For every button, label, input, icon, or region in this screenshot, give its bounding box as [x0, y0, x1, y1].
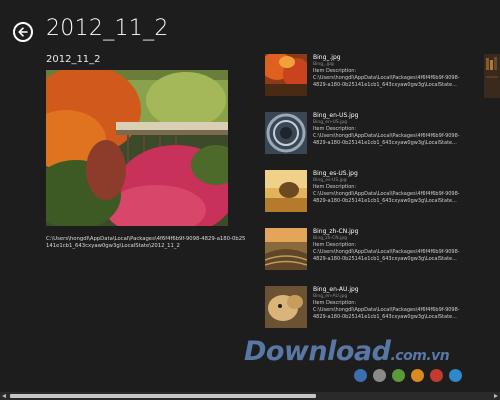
- back-button[interactable]: [13, 22, 33, 42]
- group-hero-image[interactable]: [46, 70, 228, 226]
- item-description: Item Description: C:\Users\hongdl\AppDat…: [313, 300, 460, 320]
- item-thumbnail: [265, 286, 307, 328]
- item-description: Item Description: C:\Users\hongdl\AppDat…: [313, 68, 460, 88]
- item-title: Bing_en-AU.jpg: [313, 286, 359, 293]
- item-description: Item Description: C:\Users\hongdl\AppDat…: [313, 184, 460, 204]
- autumn-bridge-image: [46, 70, 228, 226]
- watermark-dot: [354, 369, 367, 382]
- item-title: Bing_.jpg: [313, 54, 341, 61]
- item-list: Bing_.jpg Bing_.jpg Item Description: C:…: [265, 54, 465, 344]
- group-path: C:\Users\hongdl\AppData\Local\Packages\4…: [46, 236, 246, 249]
- list-item[interactable]: Bing_es-US.jpg Bing_es-US.jpg Item Descr…: [265, 170, 465, 228]
- watermark-dot: [392, 369, 405, 382]
- item-title: Bing_zh-CN.jpg: [313, 228, 359, 235]
- item-description: Item Description: C:\Users\hongdl\AppDat…: [313, 242, 460, 262]
- item-thumbnail: [265, 112, 307, 154]
- autumn-trees-image: [265, 54, 307, 96]
- item-title: Bing_en-US.jpg: [313, 112, 359, 119]
- item-description: Item Description: C:\Users\hongdl\AppDat…: [313, 126, 460, 146]
- scroll-left-icon[interactable]: [2, 394, 6, 398]
- list-item[interactable]: Bing_.jpg Bing_.jpg Item Description: C:…: [265, 54, 465, 112]
- watermark-suffix: .com.vn: [390, 348, 450, 364]
- item-title: Bing_es-US.jpg: [313, 170, 358, 177]
- next-group-thumbnail[interactable]: [484, 54, 500, 98]
- terraced-hills-image: [265, 228, 307, 270]
- scroll-right-icon[interactable]: [494, 394, 498, 398]
- watermark-dot: [373, 369, 386, 382]
- list-item[interactable]: Bing_zh-CN.jpg Bing_zh-CN.jpg Item Descr…: [265, 228, 465, 286]
- watermark-dot: [430, 369, 443, 382]
- page-title: 2012_11_2: [46, 16, 169, 41]
- watermark-logo: Download.com.vn: [244, 336, 450, 367]
- bookshelf-image: [484, 54, 500, 98]
- spiral-structure-image: [265, 112, 307, 154]
- watermark-dot: [449, 369, 462, 382]
- item-thumbnail: [265, 54, 307, 96]
- scrollbar-thumb[interactable]: [10, 394, 316, 398]
- item-thumbnail: [265, 228, 307, 270]
- rock-landscape-image: [265, 170, 307, 212]
- watermark-dot: [411, 369, 424, 382]
- watermark-dots: [354, 369, 462, 382]
- group-title[interactable]: 2012_11_2: [46, 54, 101, 65]
- list-item[interactable]: Bing_en-US.jpg Bing_en-US.jpg Item Descr…: [265, 112, 465, 170]
- item-thumbnail: [265, 170, 307, 212]
- back-arrow-icon: [18, 27, 28, 37]
- animal-closeup-image: [265, 286, 307, 328]
- watermark-text: Download: [244, 336, 391, 367]
